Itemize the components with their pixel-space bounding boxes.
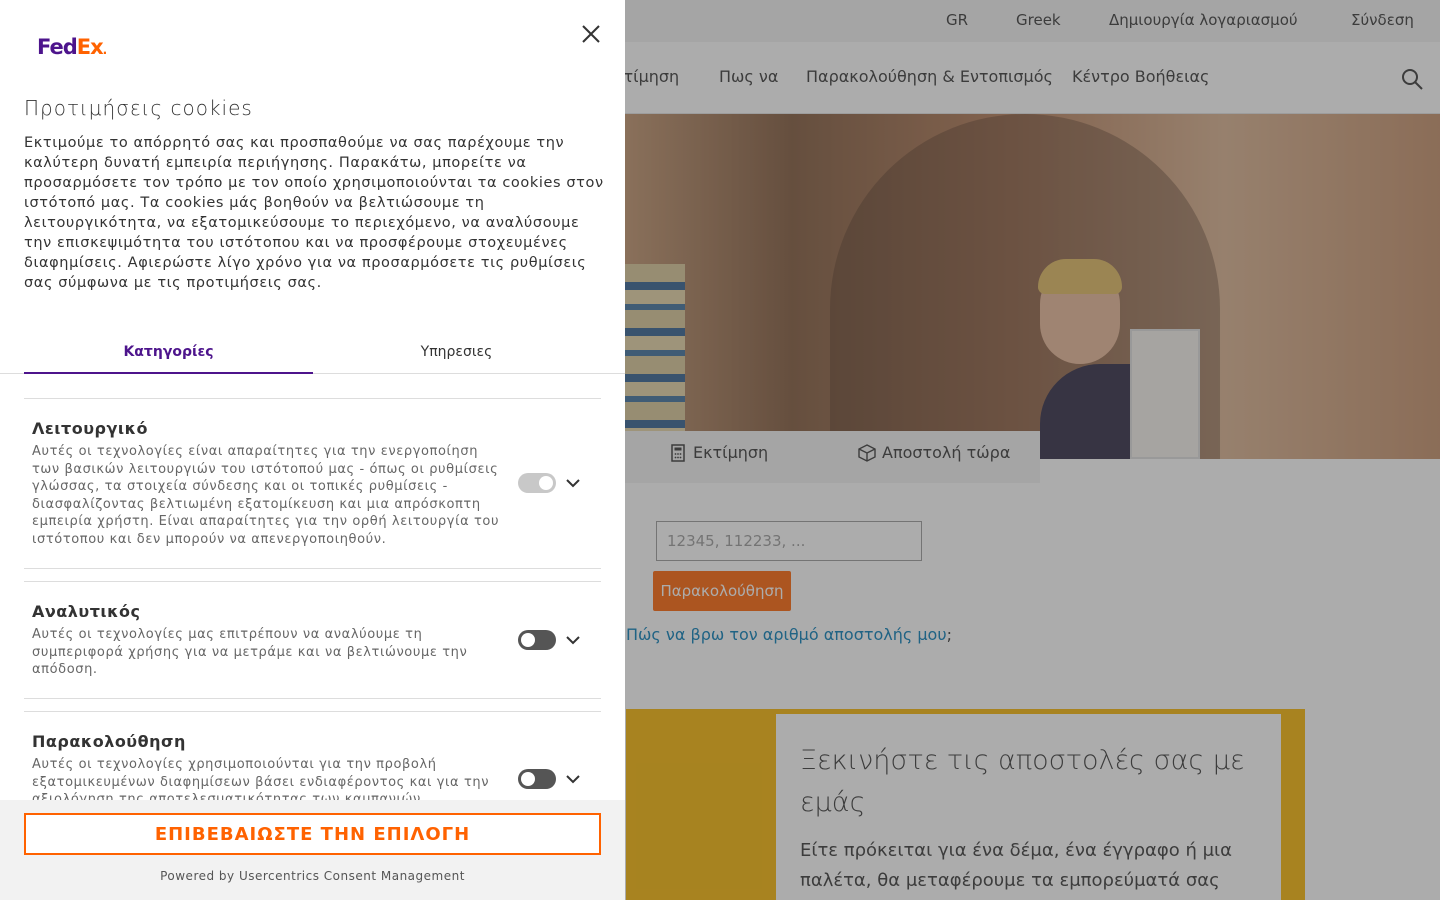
category-analytics: Αναλυτικός Αυτές οι τεχνολογίες μας επιτ… xyxy=(24,581,601,699)
logo-dot: . xyxy=(102,43,107,57)
cookie-preferences-panel: FedEx. Προτιμήσεις cookies Εκτιμούμε το … xyxy=(0,0,625,900)
logo-ex: Ex xyxy=(76,35,104,59)
category-tracking: Παρακολούθηση Αυτές οι τεχνολογίες χρησι… xyxy=(24,711,601,800)
tracking-toggle[interactable] xyxy=(518,769,556,789)
analytics-toggle[interactable] xyxy=(518,630,556,650)
tab-categories[interactable]: Κατηγορίες xyxy=(24,344,313,374)
toggle-knob xyxy=(521,633,535,647)
chevron-down-icon[interactable] xyxy=(564,631,582,649)
panel-description: Εκτιμούμε το απόρρητό σας και προσπαθούμ… xyxy=(24,135,604,291)
toggle-knob xyxy=(521,772,535,786)
panel-footer: ΕΠΙΒΕΒΑΙΩΣΤΕ ΤΗΝ ΕΠΙΛΟΓΗ Powered by User… xyxy=(0,800,625,900)
functional-toggle[interactable] xyxy=(518,473,556,493)
close-icon[interactable] xyxy=(578,21,604,47)
category-description: Αυτές οι τεχνολογίες μας επιτρέπουν να α… xyxy=(32,627,468,677)
confirm-selection-button[interactable]: ΕΠΙΒΕΒΑΙΩΣΤΕ ΤΗΝ ΕΠΙΛΟΓΗ xyxy=(24,813,601,855)
category-description: Αυτές οι τεχνολογίες χρησιμοποιούνται γι… xyxy=(32,757,490,800)
chevron-down-icon[interactable] xyxy=(564,770,582,788)
powered-by-text: Powered by Usercentrics Consent Manageme… xyxy=(160,869,465,883)
category-functional: Λειτουργικό Αυτές οι τεχνολογίες είναι α… xyxy=(24,398,601,569)
tab-services[interactable]: Υπηρεσιες xyxy=(312,344,601,374)
category-title: Λειτουργικό xyxy=(32,419,148,438)
panel-tabs: Κατηγορίες Υπηρεσιες xyxy=(0,336,625,374)
category-title: Αναλυτικός xyxy=(32,602,141,621)
logo-fed: Fed xyxy=(37,35,78,59)
fedex-logo: FedEx. xyxy=(37,35,107,59)
category-list[interactable]: Λειτουργικό Αυτές οι τεχνολογίες είναι α… xyxy=(0,374,625,800)
chevron-down-icon[interactable] xyxy=(564,474,582,492)
toggle-knob xyxy=(539,476,553,490)
category-description: Αυτές οι τεχνολογίες είναι απαραίτητες γ… xyxy=(32,444,500,547)
category-title: Παρακολούθηση xyxy=(32,732,186,751)
panel-title: Προτιμήσεις cookies xyxy=(24,96,253,120)
